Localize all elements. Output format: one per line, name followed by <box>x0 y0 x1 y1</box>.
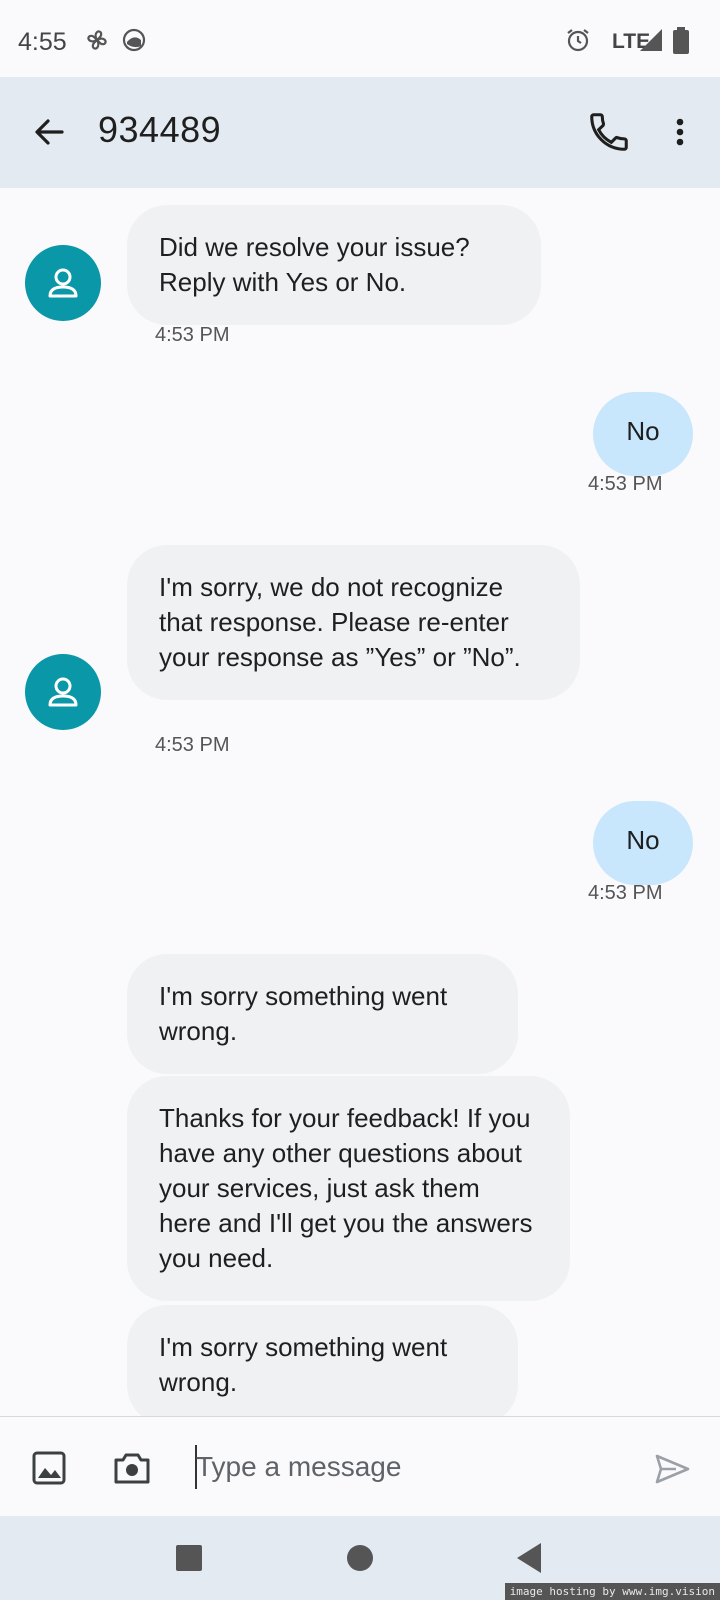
message-timestamp: 4:53 PM <box>588 882 663 904</box>
message-timestamp: 4:53 PM <box>155 734 230 756</box>
fan-icon <box>84 27 110 58</box>
battery-icon <box>672 27 690 60</box>
contact-avatar[interactable] <box>25 654 101 730</box>
watermark: image hosting by www.img.vision <box>504 1583 720 1600</box>
incoming-message[interactable]: Thanks for your feedback! If you have an… <box>127 1076 570 1301</box>
conversation-title: 934489 <box>98 109 222 150</box>
incoming-message[interactable]: I'm sorry something went wrong. <box>127 1305 518 1416</box>
message-timestamp: 4:53 PM <box>588 473 663 495</box>
incoming-message[interactable]: I'm sorry, we do not recognize that resp… <box>127 545 580 700</box>
back-icon[interactable] <box>509 1538 549 1578</box>
gallery-icon[interactable] <box>30 1449 68 1487</box>
sync-icon <box>121 27 147 58</box>
outgoing-message[interactable]: No <box>593 392 693 476</box>
more-vert-icon[interactable] <box>660 109 700 155</box>
phone-icon[interactable] <box>586 109 632 155</box>
incoming-message[interactable]: Did we resolve your issue? Reply with Ye… <box>127 205 541 325</box>
back-arrow-icon[interactable] <box>26 109 72 155</box>
alarm-icon <box>565 27 591 58</box>
recents-icon[interactable] <box>169 1538 209 1578</box>
message-input[interactable] <box>196 1443 616 1491</box>
status-bar: 4:55 LTE <box>0 0 720 77</box>
contact-avatar[interactable] <box>25 245 101 321</box>
message-timestamp: 4:53 PM <box>155 324 230 346</box>
system-nav-bar: image hosting by www.img.vision <box>0 1516 720 1600</box>
incoming-message[interactable]: I'm sorry something went wrong. <box>127 954 518 1074</box>
conversation-app-bar: 934489 <box>0 77 720 188</box>
home-icon[interactable] <box>340 1538 380 1578</box>
message-list[interactable]: Did we resolve your issue? Reply with Ye… <box>0 188 720 1416</box>
outgoing-message[interactable]: No <box>593 801 693 885</box>
camera-icon[interactable] <box>113 1449 151 1487</box>
send-icon[interactable] <box>652 1449 692 1489</box>
message-composer <box>0 1416 720 1517</box>
status-time: 4:55 <box>18 28 67 56</box>
signal-icon <box>638 27 664 58</box>
